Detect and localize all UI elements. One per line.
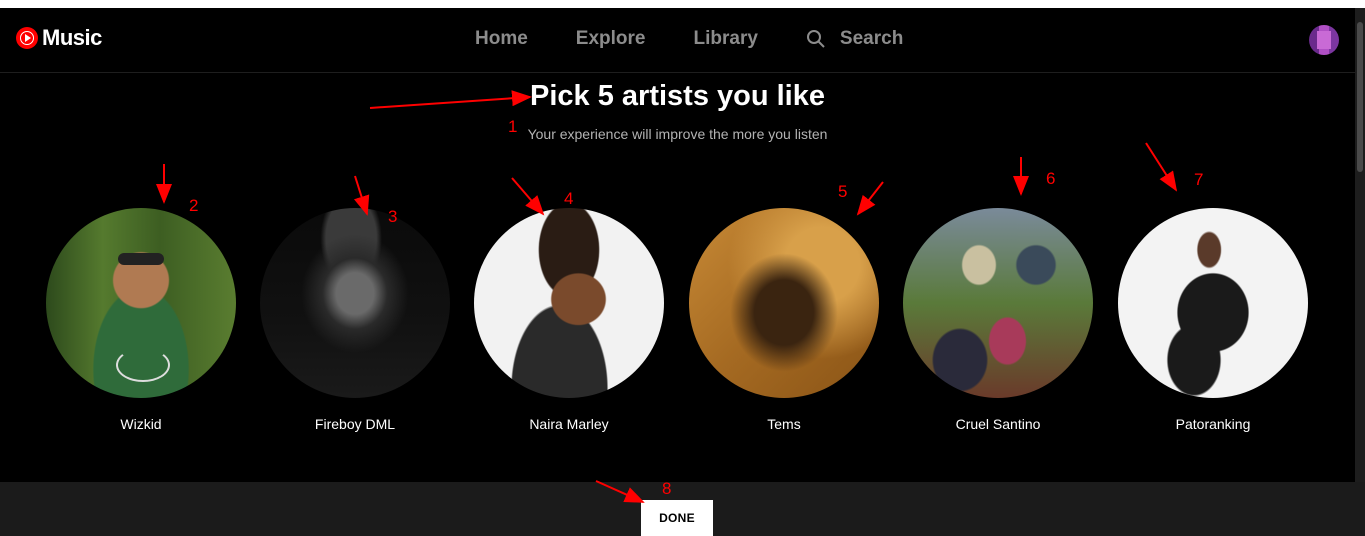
annotation-8: 8 — [662, 479, 672, 498]
artist-name: Fireboy DML — [314, 416, 396, 432]
annotation-arrow-7 — [1145, 142, 1178, 192]
artist-photo — [46, 208, 236, 398]
nav-explore[interactable]: Explore — [576, 28, 646, 50]
scrollbar[interactable] — [1355, 8, 1365, 482]
artist-name: Wizkid — [120, 416, 162, 432]
artist-card-tems[interactable]: Tems — [689, 208, 879, 432]
artist-name: Patoranking — [1175, 416, 1251, 432]
artist-card-wizkid[interactable]: Wizkid — [46, 208, 236, 432]
annotation-7: 7 — [1194, 170, 1204, 189]
logo-text: Music — [42, 25, 102, 50]
annotation-1: 1 — [508, 117, 518, 136]
artist-photo — [903, 208, 1093, 398]
top-nav-bar: Music Home Explore Library Search — [0, 8, 1355, 73]
done-button[interactable]: DONE — [641, 500, 713, 536]
scrollbar-thumb[interactable] — [1357, 22, 1363, 172]
nav-library[interactable]: Library — [694, 28, 758, 50]
main-nav: Home Explore Library Search — [475, 28, 903, 50]
artist-photo — [260, 208, 450, 398]
artist-photo — [474, 208, 664, 398]
artist-card-naira-marley[interactable]: Naira Marley — [474, 208, 664, 432]
artist-card-cruel-santino[interactable]: Cruel Santino — [903, 208, 1093, 432]
window-top-strip — [0, 0, 1365, 8]
artist-card-fireboy-dml[interactable]: Fireboy DML — [260, 208, 450, 432]
artist-card-patoranking[interactable]: Patoranking — [1118, 208, 1308, 432]
artist-name: Cruel Santino — [955, 416, 1041, 432]
search-button[interactable]: Search — [806, 28, 903, 50]
artist-photo — [1118, 208, 1308, 398]
annotation-4: 4 — [564, 189, 574, 208]
page-title: Pick 5 artists you like — [530, 80, 825, 112]
nav-home[interactable]: Home — [475, 28, 528, 50]
artist-photo — [689, 208, 879, 398]
artist-name: Tems — [767, 416, 801, 432]
page-subtitle: Your experience will improve the more yo… — [527, 126, 828, 142]
avatar[interactable] — [1309, 25, 1339, 55]
annotation-3: 3 — [388, 207, 398, 226]
annotation-2: 2 — [189, 196, 199, 215]
search-label: Search — [839, 28, 904, 49]
search-icon — [806, 30, 825, 48]
annotation-6: 6 — [1046, 169, 1056, 188]
annotation-5: 5 — [838, 182, 848, 201]
artist-name: Naira Marley — [529, 416, 609, 432]
youtube-music-logo-icon — [16, 27, 38, 49]
youtube-music-logo[interactable]: Music — [16, 25, 102, 51]
